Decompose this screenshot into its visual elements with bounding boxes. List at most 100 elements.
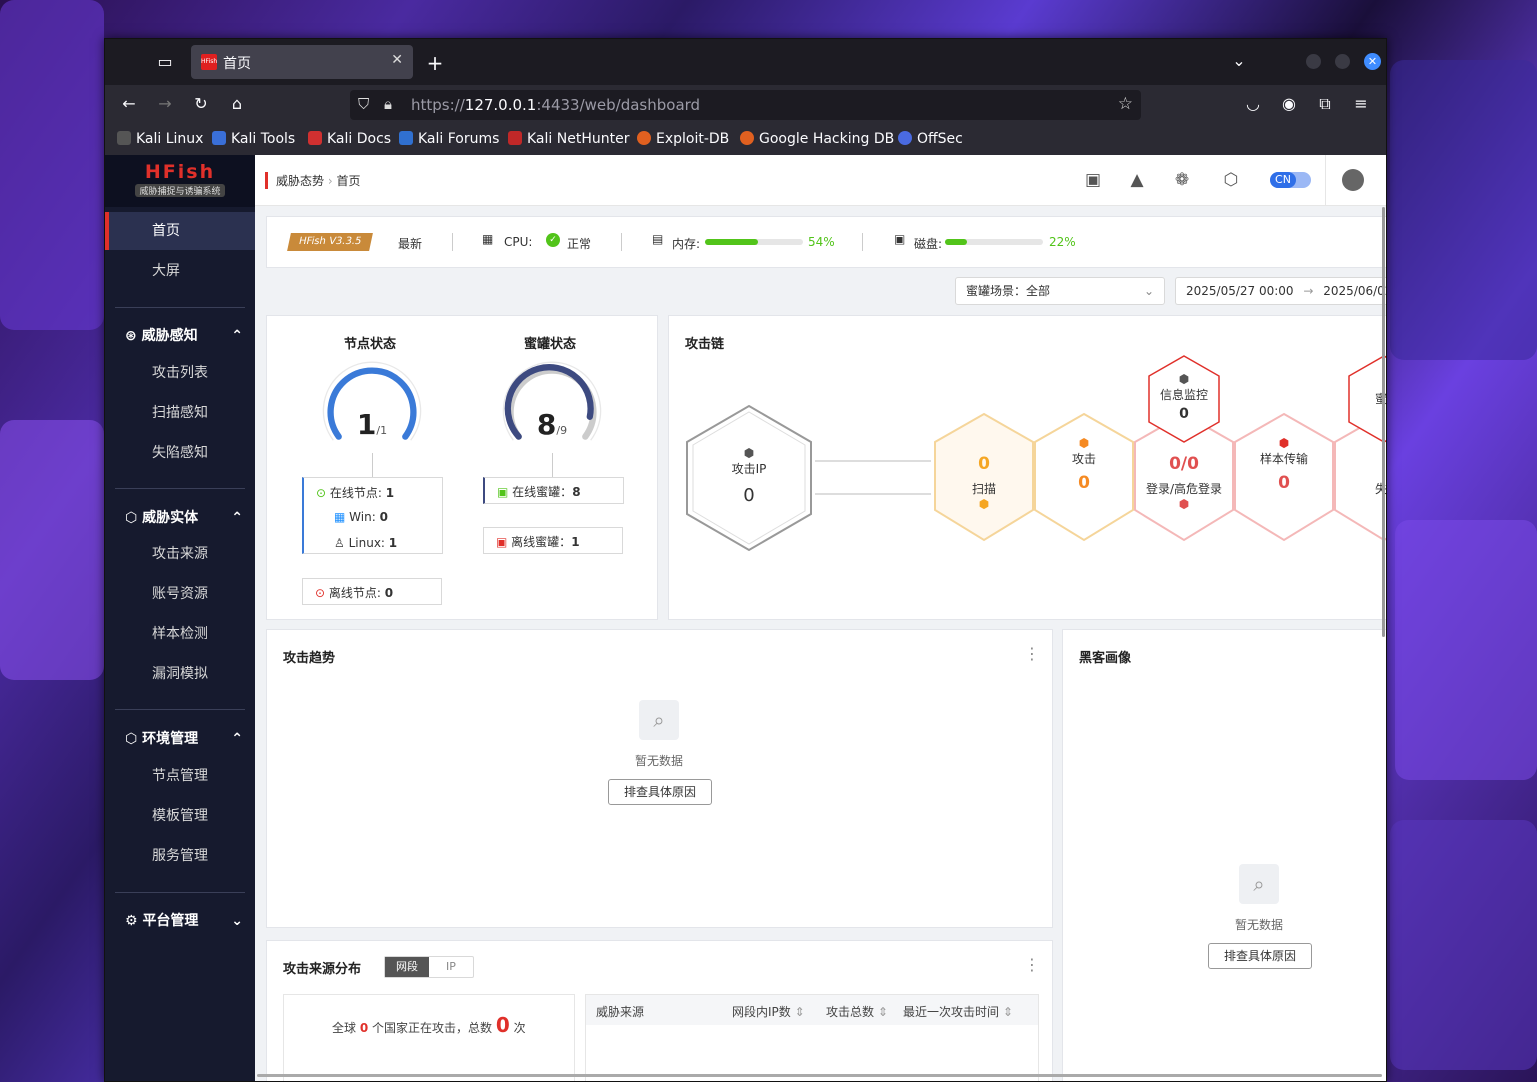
hacker-profile-card: 黑客画像 ⌕ 暂无数据 排查具体原因: [1062, 629, 1386, 1081]
tab-segment[interactable]: 网段: [385, 957, 429, 977]
breadcrumb-parent[interactable]: 威胁态势: [276, 174, 324, 188]
source-toggle: 网段 IP: [384, 956, 474, 978]
wechat-icon[interactable]: ❁: [1172, 170, 1192, 190]
trend-troubleshoot-button[interactable]: 排查具体原因: [608, 779, 712, 805]
attack-icon: ⬢: [1078, 436, 1090, 450]
sidebar-item-vuln-simulation[interactable]: 漏洞模拟: [105, 655, 255, 693]
bookmark-kali-forums[interactable]: Kali Forums: [399, 131, 499, 147]
sidebar-group-platform-management[interactable]: ⚙ 平台管理 ⌄: [125, 902, 255, 940]
col-threat-source: 威胁来源: [596, 1005, 645, 1019]
url-path: :4433/web/dashboard: [536, 96, 701, 114]
sidebar-item-attack-list[interactable]: 攻击列表: [105, 354, 255, 392]
bookmark-offsec[interactable]: OffSec: [898, 131, 963, 147]
col-ip-count[interactable]: 网段内IP数 ⇕: [732, 1003, 805, 1020]
sidebar-item-bigscreen[interactable]: 大屏: [105, 252, 255, 290]
nav-bar: ← → ↻ ⌂ ⛉ 🔒︎ https://127.0.0.1:4433/web/…: [105, 85, 1386, 125]
back-icon[interactable]: ←: [117, 94, 141, 113]
info-monitor-node[interactable]: ⬢ 信息监控 0: [1149, 372, 1219, 422]
sidebar-item-attack-source[interactable]: 攻击来源: [105, 535, 255, 573]
more-icon[interactable]: ⋮: [1024, 644, 1040, 663]
hexagon-settings-icon[interactable]: ⬡: [1221, 170, 1241, 190]
col-last-attack-time[interactable]: 最近一次攻击时间 ⇕: [903, 1003, 1013, 1020]
honeypot-offline-box: ▣ 离线蜜罐：1: [483, 527, 623, 554]
close-window-button[interactable]: ✕: [1364, 53, 1381, 70]
extensions-icon[interactable]: ⧉: [1313, 94, 1337, 114]
sidebar-group-threat-awareness[interactable]: ⊛ 威胁感知 ⌃: [125, 317, 255, 355]
wallpaper-block: [0, 0, 104, 330]
check-circle-icon: ✓: [546, 233, 560, 247]
scan-node[interactable]: 0 扫描 ⬢: [954, 454, 1014, 511]
maximize-button[interactable]: [1335, 54, 1350, 69]
hacker-profile-title: 黑客画像: [1079, 651, 1132, 666]
date-end[interactable]: 2025/06/02: [1323, 284, 1386, 298]
sidebar-item-sample-detection[interactable]: 样本检测: [105, 615, 255, 653]
list-all-tabs-icon[interactable]: ⌄: [1227, 51, 1251, 70]
lock-icon[interactable]: 🔒︎: [384, 95, 392, 113]
sample-transfer-node[interactable]: ⬢ 样本传输 0: [1249, 436, 1319, 493]
reload-icon[interactable]: ↻: [189, 94, 213, 113]
bookmark-google-hacking-db[interactable]: Google Hacking DB: [740, 131, 894, 147]
attack-node[interactable]: ⬢ 攻击 0: [1054, 436, 1114, 493]
login-node[interactable]: 0/0 登录/高危登录 ⬢: [1139, 454, 1229, 511]
sidebar-item-template-management[interactable]: 模板管理: [105, 797, 255, 835]
date-start[interactable]: 2025/05/27 00:00: [1176, 284, 1294, 298]
wallpaper-block: [1395, 520, 1537, 780]
vertical-scrollbar[interactable]: [1382, 207, 1385, 637]
bookmark-exploit-db[interactable]: Exploit-DB: [637, 131, 729, 147]
home-icon[interactable]: ⌂: [225, 94, 249, 113]
pocket-icon[interactable]: ◡: [1241, 94, 1265, 113]
bookmark-kali-linux[interactable]: Kali Linux: [117, 131, 203, 147]
sidebar-item-home[interactable]: 首页: [105, 212, 255, 250]
horizontal-scrollbar[interactable]: [257, 1074, 1382, 1077]
bookmark-kali-docs[interactable]: Kali Docs: [308, 131, 391, 147]
map-summary: 全球 0 个国家正在攻击，总数 0 次: [332, 1013, 526, 1037]
hacker-empty-text: 暂无数据: [1235, 918, 1284, 932]
date-range-picker[interactable]: 2025/05/27 00:00 → 2025/06/02: [1175, 277, 1386, 305]
sidebar-group-env-management[interactable]: ⬡ 环境管理 ⌃: [125, 720, 255, 758]
sidebar-item-compromise-awareness[interactable]: 失陷感知: [105, 434, 255, 472]
world-map-panel: 全球 0 个国家正在攻击，总数 0 次: [283, 994, 575, 1081]
sidebar-item-node-management[interactable]: 节点管理: [105, 757, 255, 795]
tab-ip[interactable]: IP: [429, 957, 473, 977]
avatar[interactable]: [1342, 169, 1364, 191]
bookmark-star-icon[interactable]: ☆: [1118, 94, 1133, 114]
sidebar-item-service-management[interactable]: 服务管理: [105, 837, 255, 875]
empty-data-icon: ⌕: [1239, 864, 1279, 904]
chevron-up-icon: ⌃: [231, 328, 243, 344]
attack-ip-node[interactable]: ⬢ 攻击IP 0: [709, 446, 789, 506]
close-tab-icon[interactable]: ✕: [391, 52, 403, 68]
menu-icon[interactable]: ≡: [1349, 94, 1373, 113]
col-attack-total[interactable]: 攻击总数 ⇕: [826, 1003, 888, 1020]
node-offline-box: ⊙ 离线节点: 0: [302, 578, 442, 605]
bookmark-kali-nethunter[interactable]: Kali NetHunter: [508, 131, 629, 147]
url-host: 127.0.0.1: [464, 96, 537, 114]
language-toggle[interactable]: CN: [1270, 172, 1311, 188]
tab-bar: ▭ HFish 首页 ✕ + ⌄ ✕: [105, 39, 1386, 85]
scene-select[interactable]: 蜜罐场景：全部 ⌄: [955, 277, 1165, 305]
rocket-icon[interactable]: ▲: [1127, 170, 1147, 190]
language-label: CN: [1270, 172, 1296, 188]
tab-list-icon[interactable]: ▭: [153, 52, 177, 71]
browser-tab[interactable]: HFish 首页 ✕: [191, 45, 413, 79]
bookmark-kali-tools[interactable]: Kali Tools: [212, 131, 295, 147]
address-bar[interactable]: ⛉ 🔒︎ https://127.0.0.1:4433/web/dashboar…: [350, 90, 1141, 120]
manual-icon[interactable]: ▣: [1083, 170, 1103, 190]
sidebar-group-threat-entity[interactable]: ⬡ 威胁实体 ⌃: [125, 499, 255, 537]
account-icon[interactable]: ◉: [1277, 94, 1301, 113]
minimize-button[interactable]: [1306, 54, 1321, 69]
divider: [115, 488, 245, 489]
forward-icon[interactable]: →: [153, 94, 177, 113]
bait-node[interactable]: ⬢ 蜜饵: [1349, 376, 1386, 407]
hacker-troubleshoot-button[interactable]: 排查具体原因: [1208, 943, 1312, 969]
disk-bar: [945, 239, 1043, 245]
version-note: 最新: [398, 237, 423, 251]
more-icon[interactable]: ⋮: [1024, 955, 1040, 974]
sidebar-item-account-resource[interactable]: 账号资源: [105, 575, 255, 613]
shield-icon[interactable]: ⛉: [358, 95, 369, 113]
attack-trend-title: 攻击趋势: [283, 651, 336, 666]
sidebar-item-scan-awareness[interactable]: 扫描感知: [105, 394, 255, 432]
hfish-favicon: HFish: [201, 54, 217, 70]
monitor-icon: ⬢: [1178, 372, 1190, 386]
node-status-title: 节点状态: [344, 337, 397, 352]
new-tab-icon[interactable]: +: [423, 51, 447, 75]
